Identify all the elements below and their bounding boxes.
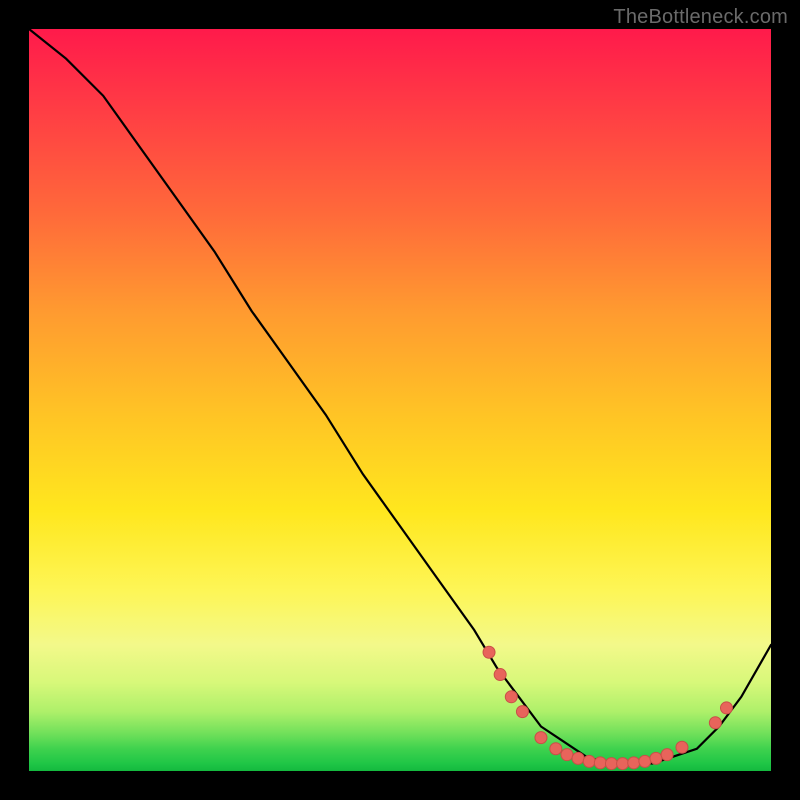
watermark-text: TheBottleneck.com	[613, 6, 788, 29]
curve-marker	[572, 752, 584, 764]
curve-marker	[628, 757, 640, 769]
curve-marker	[720, 702, 732, 714]
curve-marker	[505, 691, 517, 703]
plot-area	[29, 29, 771, 771]
curve-marker	[494, 669, 506, 681]
curve-marker	[535, 732, 547, 744]
curve-marker	[516, 706, 528, 718]
chart-svg	[29, 29, 771, 771]
curve-marker	[483, 646, 495, 658]
curve-marker	[676, 741, 688, 753]
chart-frame: TheBottleneck.com	[0, 0, 800, 800]
curve-marker	[709, 717, 721, 729]
curve-marker	[650, 752, 662, 764]
curve-marker	[605, 758, 617, 770]
curve-markers	[483, 646, 732, 769]
curve-marker	[561, 749, 573, 761]
curve-marker	[550, 743, 562, 755]
bottleneck-curve	[29, 29, 771, 764]
curve-marker	[661, 749, 673, 761]
curve-marker	[617, 758, 629, 770]
curve-marker	[583, 755, 595, 767]
curve-marker	[594, 757, 606, 769]
curve-marker	[639, 755, 651, 767]
